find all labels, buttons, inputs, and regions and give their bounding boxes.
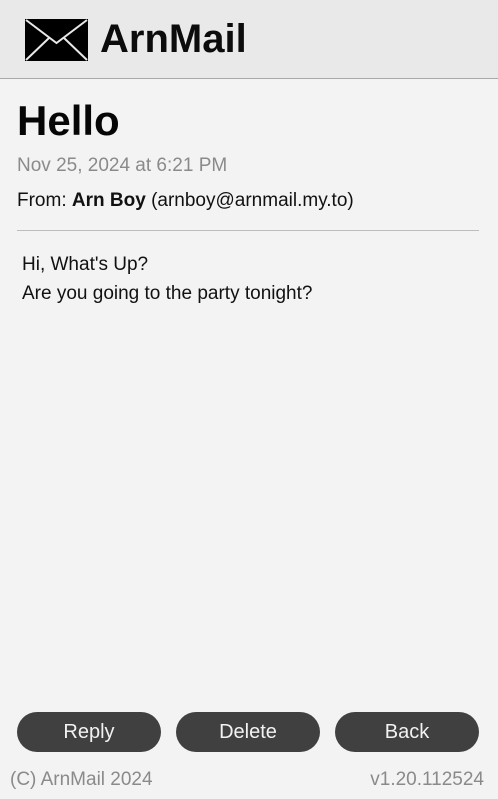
message-from: From: Arn Boy (arnboy@arnmail.my.to) bbox=[17, 189, 354, 213]
message-body: Hi, What's Up? Are you going to the part… bbox=[22, 250, 472, 308]
sender-name: Arn Boy bbox=[71, 190, 146, 211]
from-label: From: bbox=[17, 190, 67, 211]
header-divider bbox=[17, 230, 479, 231]
app-title: ArnMail bbox=[100, 17, 247, 61]
footer-version: v1.20.112524 bbox=[370, 769, 484, 790]
message-date: Nov 25, 2024 at 6:21 PM bbox=[17, 155, 228, 176]
envelope-icon bbox=[25, 19, 88, 61]
message-subject: Hello bbox=[17, 97, 120, 144]
delete-button[interactable]: Delete bbox=[176, 712, 320, 752]
footer-copyright: (C) ArnMail 2024 bbox=[10, 769, 153, 790]
back-button[interactable]: Back bbox=[335, 712, 479, 752]
body-line: Are you going to the party tonight? bbox=[22, 283, 313, 304]
app-header: ArnMail bbox=[0, 0, 498, 79]
sender-email: (arnboy@arnmail.my.to) bbox=[151, 190, 354, 211]
mail-app: ArnMail Hello Nov 25, 2024 at 6:21 PM Fr… bbox=[0, 0, 498, 799]
reply-button[interactable]: Reply bbox=[17, 712, 161, 752]
body-line: Hi, What's Up? bbox=[22, 254, 149, 275]
